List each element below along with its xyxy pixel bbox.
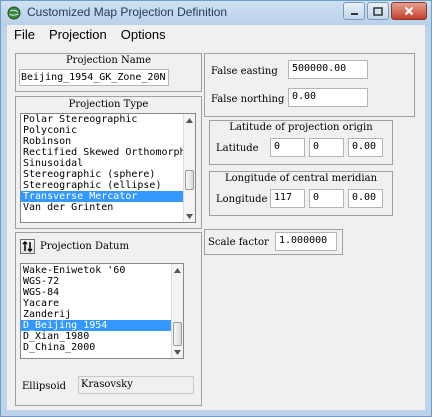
- maximize-icon: [373, 6, 383, 16]
- false-offsets-group: False easting 500000.00 False northing 0…: [204, 53, 415, 117]
- projection-type-group: Projection Type Polar Stereographic Poly…: [15, 96, 202, 229]
- scroll-thumb[interactable]: [185, 170, 194, 190]
- false-northing-input[interactable]: 0.00: [288, 88, 368, 107]
- central-meridian-group: Longitude of central meridian Longitude …: [209, 171, 393, 216]
- latitude-label: Latitude: [216, 143, 259, 154]
- scroll-down-icon[interactable]: [172, 346, 183, 358]
- list-item-selected[interactable]: Transverse Mercator: [21, 191, 183, 202]
- projection-name-title: Projection Name: [65, 55, 152, 66]
- menu-file[interactable]: File: [7, 27, 42, 42]
- menu-bar: File Projection Options: [7, 25, 425, 44]
- longitude-label: Longitude: [216, 194, 268, 205]
- latitude-seconds-input[interactable]: 0.00: [348, 138, 383, 157]
- projection-type-title: Projection Type: [68, 99, 149, 110]
- globe-icon: [7, 6, 21, 20]
- projection-datum-group: Projection Datum Wake-Eniwetok '60 WGS-7…: [15, 232, 202, 406]
- scroll-up-icon[interactable]: [184, 114, 195, 126]
- false-easting-label: False easting: [211, 66, 278, 77]
- longitude-degrees-input[interactable]: 117: [270, 189, 305, 208]
- false-northing-label: False northing: [211, 94, 285, 105]
- menu-options[interactable]: Options: [114, 27, 173, 42]
- minimize-icon: [350, 12, 358, 15]
- list-item[interactable]: D_China_2000: [21, 342, 171, 353]
- close-icon: [404, 6, 414, 16]
- latitude-origin-title: Latitude of projection origin: [229, 122, 373, 133]
- list-item[interactable]: Sinusoidal: [21, 158, 183, 169]
- latitude-degrees-input[interactable]: 0: [270, 138, 305, 157]
- app-window: Customized Map Projection Definition Fil…: [0, 0, 432, 417]
- ellipsoid-value: Krasovsky: [78, 376, 194, 394]
- list-item[interactable]: Yacare: [21, 298, 171, 309]
- datum-list[interactable]: Wake-Eniwetok '60 WGS-72 WGS-84 Yacare Z…: [20, 263, 184, 359]
- close-button[interactable]: [391, 2, 427, 20]
- longitude-minutes-input[interactable]: 0: [309, 189, 344, 208]
- projection-type-list[interactable]: Polar Stereographic Polyconic Robinson R…: [20, 113, 196, 223]
- scroll-thumb[interactable]: [173, 322, 182, 346]
- projection-name-input[interactable]: Beijing_1954_GK_Zone_20N: [19, 69, 169, 86]
- list-item[interactable]: WGS-72: [21, 276, 171, 287]
- list-item[interactable]: Van der Grinten: [21, 202, 183, 213]
- minimize-button[interactable]: [343, 2, 365, 20]
- list-item-selected[interactable]: D_Beijing_1954: [21, 320, 171, 331]
- scale-factor-input[interactable]: 1.000000: [275, 232, 337, 251]
- list-item[interactable]: Zanderij: [21, 309, 171, 320]
- swap-arrows-icon: [22, 241, 33, 252]
- scale-factor-label: Scale factor: [208, 237, 269, 248]
- list-item[interactable]: Polyconic: [21, 125, 183, 136]
- latitude-minutes-input[interactable]: 0: [309, 138, 344, 157]
- projection-name-group: Projection Name Beijing_1954_GK_Zone_20N: [15, 53, 202, 92]
- menu-projection[interactable]: Projection: [42, 27, 114, 42]
- title-bar[interactable]: Customized Map Projection Definition: [1, 1, 431, 25]
- projection-datum-title: Projection Datum: [40, 241, 129, 252]
- list-item[interactable]: Robinson: [21, 136, 183, 147]
- list-item[interactable]: Stereographic (sphere): [21, 169, 183, 180]
- datum-sort-button[interactable]: [20, 239, 35, 254]
- list-item[interactable]: D_Xian_1980: [21, 331, 171, 342]
- list-item[interactable]: Rectified Skewed Orthomorphic: [21, 147, 183, 158]
- datum-scrollbar[interactable]: [171, 264, 183, 358]
- false-easting-input[interactable]: 500000.00: [288, 60, 368, 79]
- list-item[interactable]: Polar Stereographic: [21, 114, 183, 125]
- list-item[interactable]: Wake-Eniwetok '60: [21, 265, 171, 276]
- latitude-origin-group: Latitude of projection origin Latitude 0…: [209, 120, 393, 165]
- list-item[interactable]: Stereographic (ellipse): [21, 180, 183, 191]
- list-item[interactable]: WGS-84: [21, 287, 171, 298]
- scroll-down-icon[interactable]: [184, 210, 195, 222]
- scale-factor-group: Scale factor 1.000000: [204, 229, 343, 255]
- longitude-seconds-input[interactable]: 0.00: [348, 189, 383, 208]
- window-title: Customized Map Projection Definition: [27, 5, 228, 19]
- dialog-body: Projection Name Beijing_1954_GK_Zone_20N…: [7, 44, 425, 410]
- central-meridian-title: Longitude of central meridian: [224, 173, 378, 184]
- ellipsoid-label: Ellipsoid: [22, 381, 67, 392]
- projection-type-scrollbar[interactable]: [183, 114, 195, 222]
- scroll-up-icon[interactable]: [172, 264, 183, 276]
- maximize-button[interactable]: [367, 2, 389, 20]
